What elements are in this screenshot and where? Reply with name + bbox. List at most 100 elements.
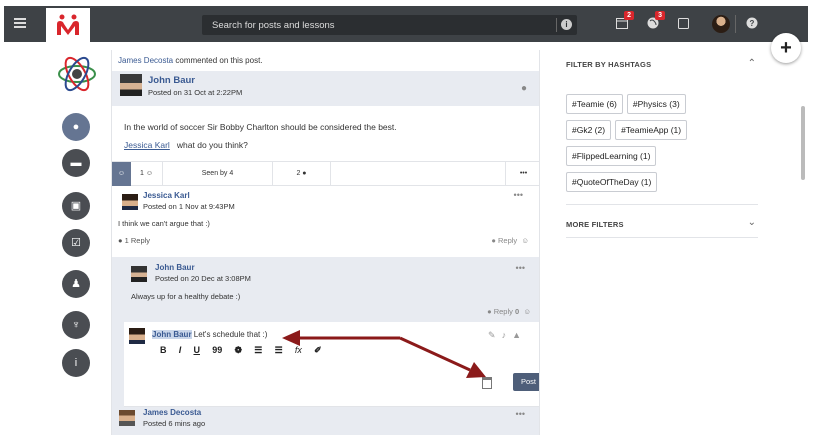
post-author[interactable]: John Baur xyxy=(148,75,195,86)
rail-user-icon[interactable]: ♟ xyxy=(62,270,90,298)
school-logo-icon[interactable] xyxy=(57,54,97,94)
calendar-badge: 2 xyxy=(624,11,634,20)
globe-badge: 3 xyxy=(655,11,665,20)
calendar-icon[interactable]: 2 xyxy=(616,11,634,32)
comment-date-2: Posted 6 mins ago xyxy=(143,419,206,428)
rail-info-icon[interactable]: i xyxy=(62,349,90,377)
comment-more-icon[interactable]: ••• xyxy=(514,190,523,200)
bullet-list-button[interactable]: ☰ xyxy=(275,345,283,356)
chevron-down-icon[interactable]: ⌄ xyxy=(748,217,756,228)
hashtag-chip[interactable]: #QuoteOfTheDay (1) xyxy=(566,172,658,192)
comment-date: Posted on 1 Nov at 9:43PM xyxy=(143,202,235,211)
more-filters-divider xyxy=(566,237,758,238)
link-button[interactable]: ❁ xyxy=(234,345,242,356)
reply-date: Posted on 20 Dec at 3:08PM xyxy=(155,274,251,283)
underline-button[interactable]: U xyxy=(193,345,200,355)
chevron-up-icon[interactable]: ⌃ xyxy=(748,58,756,69)
attach-icons[interactable]: ✎♪▲ xyxy=(488,330,527,341)
post-mention[interactable]: Jessica Karl xyxy=(124,140,170,150)
post-stats-bar: ☺ 1 ☺ Seen by 4 2 ● ••• xyxy=(112,161,539,186)
like-toggle-icon[interactable]: ☺ xyxy=(112,162,131,186)
hashtag-list: #Teamie (6) #Physics (3) #Gk2 (2) #TeamieA… xyxy=(566,94,758,198)
comment-text: I think we can't argue that :) xyxy=(118,219,210,228)
comment-more-icon-2[interactable]: ••• xyxy=(516,409,525,419)
comment-notice: James Decosta commented on this post. xyxy=(112,50,539,71)
post-header: John Baur Posted on 31 Oct at 2:22PM ● xyxy=(112,71,539,106)
post-feed: James Decosta commented on this post. Jo… xyxy=(111,50,540,435)
reply-avatar[interactable] xyxy=(131,266,147,282)
commenter-avatar[interactable] xyxy=(122,194,138,210)
commenter-name-2[interactable]: James Decosta xyxy=(143,408,201,417)
notes-icon[interactable] xyxy=(678,17,689,32)
notice-text: commented on this post. xyxy=(173,56,263,65)
hashtag-chip[interactable]: #Gk2 (2) xyxy=(566,120,612,140)
reply-button[interactable]: ● Reply ☺ xyxy=(491,236,529,245)
more-filters-title[interactable]: MORE FILTERS xyxy=(566,220,758,229)
rail-id-card-icon[interactable]: ▣ xyxy=(62,192,90,220)
formula-button[interactable]: fx xyxy=(295,345,302,355)
reply-composer[interactable]: John Baur Let's schedule that :) ✎♪▲ B I… xyxy=(124,322,539,407)
hashtag-chip[interactable]: #Physics (3) xyxy=(626,94,686,114)
composer-text[interactable]: Let's schedule that :) xyxy=(194,330,268,339)
page-scrollbar[interactable] xyxy=(801,106,805,180)
reply-author[interactable]: John Baur xyxy=(155,263,195,272)
rail-checkbox-icon[interactable]: ☑ xyxy=(62,229,90,257)
rail-trophy-icon[interactable]: ♆ xyxy=(62,311,90,339)
composer-avatar xyxy=(129,328,145,344)
user-avatar[interactable] xyxy=(712,15,730,33)
hamburger-menu-icon[interactable] xyxy=(14,18,26,28)
add-button[interactable]: + xyxy=(771,33,801,63)
hashtags-title[interactable]: FILTER BY HASHTAGS xyxy=(566,60,758,69)
svg-text:?: ? xyxy=(750,19,755,28)
filters-divider xyxy=(566,204,758,205)
app-logo[interactable] xyxy=(46,8,90,42)
post-date: Posted on 31 Oct at 2:22PM xyxy=(148,88,243,97)
hashtag-chip[interactable]: #FlippedLearning (1) xyxy=(566,146,657,166)
rail-folder-icon[interactable]: ▬ xyxy=(62,149,90,177)
trash-icon[interactable] xyxy=(482,377,492,389)
ordered-list-button[interactable]: ☰ xyxy=(254,345,262,356)
notice-name[interactable]: James Decosta xyxy=(118,56,173,65)
reply-reply-button[interactable]: ● Reply 0 ☺ xyxy=(487,307,531,316)
eraser-button[interactable]: ✐ xyxy=(314,345,322,356)
stats-empty xyxy=(331,162,506,186)
author-avatar[interactable] xyxy=(120,74,142,96)
help-icon[interactable]: ? xyxy=(746,17,758,32)
microphone-icon[interactable]: ♪ xyxy=(502,330,513,340)
reply-count[interactable]: ● 1 Reply xyxy=(118,236,150,245)
comment-jessica: Jessica Karl Posted on 1 Nov at 9:43PM •… xyxy=(112,186,539,246)
commenter-avatar-2[interactable] xyxy=(119,410,135,426)
hashtag-chip[interactable]: #TeamieApp (1) xyxy=(615,120,688,140)
post-text: In the world of soccer Sir Bobby Charlto… xyxy=(124,122,397,132)
top-bar: Search for posts and lessons i 2 3 ? xyxy=(4,6,808,42)
like-count[interactable]: 1 ☺ xyxy=(131,162,163,186)
search-placeholder: Search for posts and lessons xyxy=(212,20,335,31)
more-options-icon[interactable]: ••• xyxy=(506,162,539,186)
comment-count[interactable]: 2 ● xyxy=(273,162,331,186)
reply-more-icon[interactable]: ••• xyxy=(516,263,525,273)
globe-icon[interactable]: 3 xyxy=(647,11,665,32)
quote-button[interactable]: 99 xyxy=(212,345,222,355)
paperclip-icon[interactable]: ✎ xyxy=(488,330,502,340)
seen-by[interactable]: Seen by 4 xyxy=(163,162,273,186)
comment-james: James Decosta Posted 6 mins ago ••• xyxy=(112,407,539,435)
filter-panel: FILTER BY HASHTAGS ⌃ #Teamie (6) #Physics… xyxy=(566,58,758,238)
reply-john: John Baur Posted on 20 Dec at 3:08PM •••… xyxy=(112,257,539,322)
post-text-2: what do you think? xyxy=(176,140,248,150)
reply-text: Always up for a healthy debate :) xyxy=(131,292,241,301)
drive-icon[interactable]: ▲ xyxy=(512,330,527,340)
search-input[interactable]: Search for posts and lessons i xyxy=(202,15,577,35)
comment-bubble-icon[interactable]: ● xyxy=(521,83,527,94)
rail-comments-icon[interactable]: ● xyxy=(62,113,90,141)
commenter-name[interactable]: Jessica Karl xyxy=(143,191,190,200)
format-toolbar: B I U 99 ❁ ☰ ☰ fx ✐ xyxy=(160,345,332,356)
info-icon[interactable]: i xyxy=(561,19,572,30)
post-button[interactable]: Post xyxy=(513,373,539,391)
topbar-divider xyxy=(735,15,736,33)
search-divider xyxy=(556,18,557,32)
composer-mention[interactable]: John Baur xyxy=(152,330,192,339)
hashtag-chip[interactable]: #Teamie (6) xyxy=(566,94,623,114)
post-body: In the world of soccer Sir Bobby Charlto… xyxy=(112,106,539,161)
italic-button[interactable]: I xyxy=(179,345,182,355)
bold-button[interactable]: B xyxy=(160,345,167,355)
